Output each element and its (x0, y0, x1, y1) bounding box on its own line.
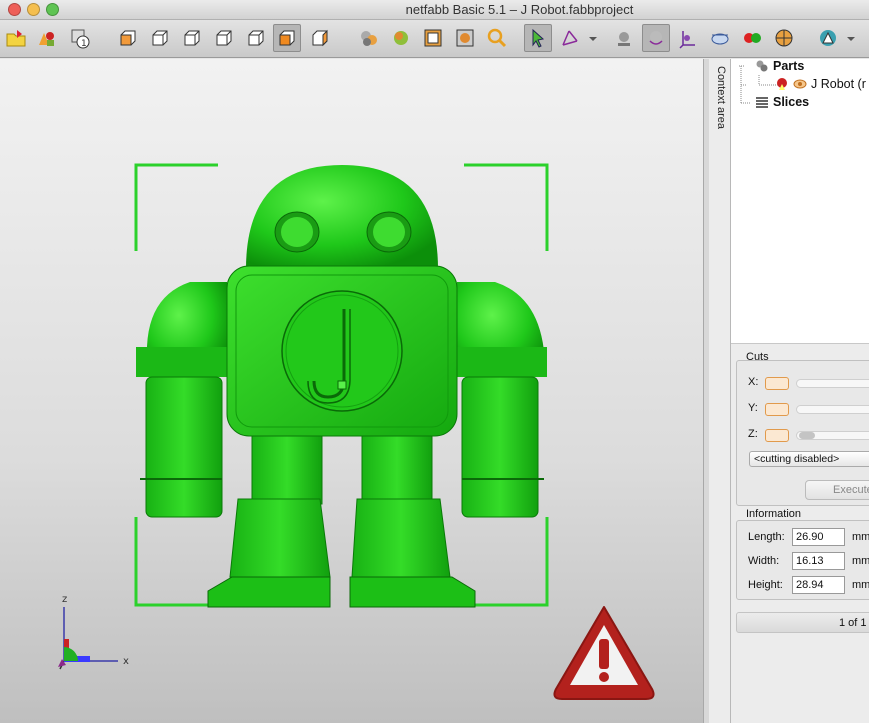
width-unit: mm (852, 555, 869, 567)
project-tree: Parts J Robot (r Slices (731, 59, 869, 344)
cut-z-toggle[interactable] (765, 429, 789, 442)
cut-z-label: Z: (748, 428, 758, 440)
cut-x-slider[interactable] (796, 379, 869, 388)
cut-y-toggle[interactable] (765, 403, 789, 416)
main-toolbar: 1 (0, 20, 869, 58)
information-group: Length: 26.90 mm Width: 16.13 mm Height:… (736, 520, 869, 600)
cut-icon[interactable] (706, 24, 734, 52)
warning-icon (553, 606, 655, 700)
cut-x-toggle[interactable] (765, 377, 789, 390)
cut-mode-select[interactable]: <cutting disabled> (749, 451, 869, 467)
cut-y-slider[interactable] (796, 405, 869, 414)
color-icon[interactable] (770, 24, 798, 52)
tree-item-part[interactable]: J Robot (r (775, 77, 866, 91)
axes-icon[interactable] (674, 24, 702, 52)
measure-tool-icon[interactable] (556, 24, 584, 52)
tree-item-slices[interactable]: Slices (755, 95, 809, 109)
context-area-label: Context area (715, 66, 727, 129)
chevron-down-icon[interactable] (588, 34, 598, 44)
show-parts-icon[interactable] (355, 24, 383, 52)
z-axis-label: z (62, 594, 67, 605)
length-label: Length: (748, 531, 785, 543)
window-title: netfabb Basic 5.1 – J Robot.fabbproject (405, 2, 634, 17)
rotate-view-icon[interactable] (642, 24, 670, 52)
height-field[interactable]: 28.94 (792, 576, 845, 594)
analysis-icon[interactable] (814, 24, 842, 52)
repair-icon[interactable] (738, 24, 766, 52)
axis-gizmo (58, 607, 118, 670)
cut-x-label: X: (748, 376, 759, 388)
length-unit: mm (852, 531, 869, 543)
zoom-icon[interactable] (483, 24, 511, 52)
view-front-icon[interactable] (114, 24, 142, 52)
right-panel: Parts J Robot (r Slices Cuts X: Y: Z: <c… (731, 59, 869, 723)
robot-model[interactable]: z x (0, 59, 703, 723)
tree-item-parts[interactable]: Parts (755, 59, 804, 73)
execute-button[interactable]: Execute (805, 480, 869, 500)
view-perspective-icon[interactable] (306, 24, 334, 52)
part-info-icon[interactable]: 1 (66, 24, 94, 52)
open-project-icon[interactable] (2, 24, 30, 52)
x-axis-label: x (123, 656, 129, 667)
cut-z-slider[interactable] (796, 431, 869, 440)
view-left-icon[interactable] (178, 24, 206, 52)
cut-y-label: Y: (748, 402, 758, 414)
view-right-icon[interactable] (210, 24, 238, 52)
view-top-icon[interactable] (242, 24, 270, 52)
view-back-icon[interactable] (146, 24, 174, 52)
add-part-icon[interactable] (32, 24, 60, 52)
length-field[interactable]: 26.90 (792, 528, 845, 546)
tree-part-label: J Robot (r (811, 77, 866, 91)
slices-icon (756, 97, 768, 108)
select-all-icon[interactable] (419, 24, 447, 52)
view-bottom-icon[interactable] (273, 24, 301, 52)
chevron-down-icon[interactable] (846, 34, 856, 44)
context-area-tab[interactable] (709, 59, 731, 723)
title-bar: netfabb Basic 5.1 – J Robot.fabbproject (0, 0, 869, 20)
cuts-group: X: Y: Z: <cutting disabled> Execute (736, 360, 869, 506)
information-title: Information (746, 508, 802, 520)
visibility-icon[interactable] (793, 77, 807, 91)
page-indicator: 1 of 1 (736, 612, 869, 633)
width-field[interactable]: 16.13 (792, 552, 845, 570)
height-unit: mm (852, 579, 869, 591)
parts-icon (756, 60, 768, 72)
shade-icon[interactable] (610, 24, 638, 52)
svg-text:1: 1 (81, 39, 87, 49)
part-warning-icon (777, 78, 787, 90)
show-platform-icon[interactable] (387, 24, 415, 52)
fit-view-icon[interactable] (451, 24, 479, 52)
select-tool-icon[interactable] (524, 24, 552, 52)
tree-parts-label: Parts (773, 59, 805, 73)
3d-viewport[interactable]: z x (0, 59, 703, 723)
width-label: Width: (748, 555, 780, 567)
tree-slices-label: Slices (773, 95, 810, 109)
height-label: Height: (748, 579, 783, 591)
cut-z-slider-knob[interactable] (799, 432, 815, 439)
